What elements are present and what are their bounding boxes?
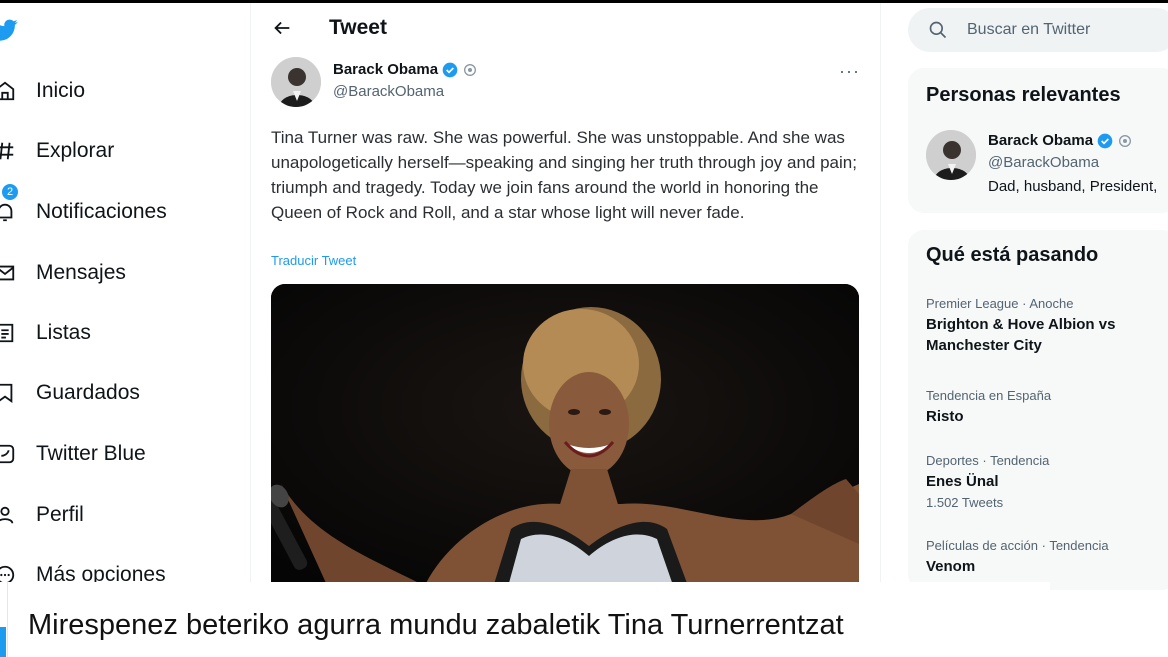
- trend-item[interactable]: Películas de acción · Tendencia Venom: [926, 538, 1109, 577]
- tweet-detail-column: Tweet Barack Obama @BarackObama ··· Tina…: [251, 3, 880, 583]
- trend-topic: Venom: [926, 558, 976, 575]
- verified-badge-icon: [1097, 133, 1113, 148]
- trend-meta: Deportes · Tendencia: [926, 453, 1050, 468]
- person-icon: [0, 506, 14, 524]
- bookmark-icon: [0, 383, 13, 404]
- trend-topic: Enes Ünal: [926, 473, 999, 490]
- sidebar-nav: Inicio Explorar 2 Notificaciones Mensaje…: [0, 3, 250, 657]
- author-name: Barack Obama: [333, 61, 439, 78]
- relevant-avatar[interactable]: [926, 130, 976, 180]
- avatar-image: [926, 130, 976, 180]
- relevant-handle[interactable]: @BarackObama: [988, 154, 1099, 171]
- search-placeholder: Buscar en Twitter: [967, 21, 1091, 38]
- more-options-icon[interactable]: ···: [839, 61, 860, 82]
- verified-badge-icon: [442, 62, 458, 77]
- avatar-image: [271, 57, 321, 107]
- twitter-blue-icon: [0, 444, 15, 464]
- nav-label: Guardados: [36, 381, 140, 404]
- relevant-people-title: Personas relevantes: [926, 84, 1121, 106]
- author-avatar[interactable]: [271, 57, 321, 107]
- nav-label: Mensajes: [36, 261, 126, 284]
- home-icon: [0, 81, 15, 101]
- caption-accent-bar: [0, 582, 8, 657]
- trends-title: Qué está pasando: [926, 244, 1099, 266]
- relevant-name: Barack Obama: [988, 132, 1094, 149]
- translate-link[interactable]: Traducir Tweet: [271, 253, 356, 268]
- trend-item[interactable]: Premier League · Anoche Brighton & Hove …: [926, 296, 1136, 356]
- relevant-people-panel: Personas relevantes Barack Obama @Barack…: [908, 68, 1168, 213]
- twitter-logo-icon[interactable]: [0, 17, 18, 43]
- trend-item[interactable]: Deportes · Tendencia Enes Ünal 1.502 Twe…: [926, 453, 1049, 510]
- nav-label: Notificaciones: [36, 200, 167, 223]
- page-title: Tweet: [329, 16, 387, 39]
- trend-meta: Tendencia en España: [926, 388, 1052, 403]
- relevant-bio: Dad, husband, President,: [988, 178, 1158, 195]
- government-seal-icon: [464, 63, 477, 76]
- trend-meta: Premier League · Anoche: [926, 296, 1074, 311]
- hashtag-icon: [0, 142, 14, 160]
- trend-topic: Brighton & Hove Albion vs Manchester Cit…: [926, 316, 1116, 354]
- bell-icon: [0, 203, 13, 222]
- relevant-name-row[interactable]: Barack Obama: [988, 132, 1133, 149]
- notification-badge: 2: [2, 184, 18, 200]
- author-handle[interactable]: @BarackObama: [333, 83, 444, 100]
- nav-label: Twitter Blue: [36, 442, 146, 465]
- trends-panel: Qué está pasando Premier League · Anoche…: [908, 230, 1168, 590]
- envelope-icon: [0, 265, 15, 281]
- government-seal-icon: [1119, 134, 1132, 147]
- tweet-photo[interactable]: [271, 284, 859, 583]
- trend-item[interactable]: Tendencia en España Risto: [926, 388, 1051, 427]
- author-name-row[interactable]: Barack Obama: [333, 61, 478, 78]
- list-icon: [0, 323, 14, 343]
- column-divider: [880, 3, 881, 583]
- nav-label: Explorar: [36, 139, 115, 162]
- tina-turner-photo: [271, 284, 859, 583]
- news-caption-banner: Mirespenez beteriko agurra mundu zabalet…: [0, 582, 1050, 657]
- nav-label: Perfil: [36, 503, 84, 526]
- nav-label: Listas: [36, 321, 91, 344]
- tweet-text: Tina Turner was raw. She was powerful. S…: [271, 128, 857, 222]
- search-box[interactable]: Buscar en Twitter: [908, 8, 1168, 52]
- trend-meta: Películas de acción · Tendencia: [926, 538, 1109, 553]
- trend-count: 1.502 Tweets: [926, 495, 1004, 510]
- caption-text: Mirespenez beteriko agurra mundu zabalet…: [28, 609, 844, 641]
- trend-topic: Risto: [926, 408, 964, 425]
- nav-label: Inicio: [36, 79, 86, 102]
- search-icon: [929, 21, 947, 39]
- back-arrow-icon[interactable]: [271, 17, 293, 39]
